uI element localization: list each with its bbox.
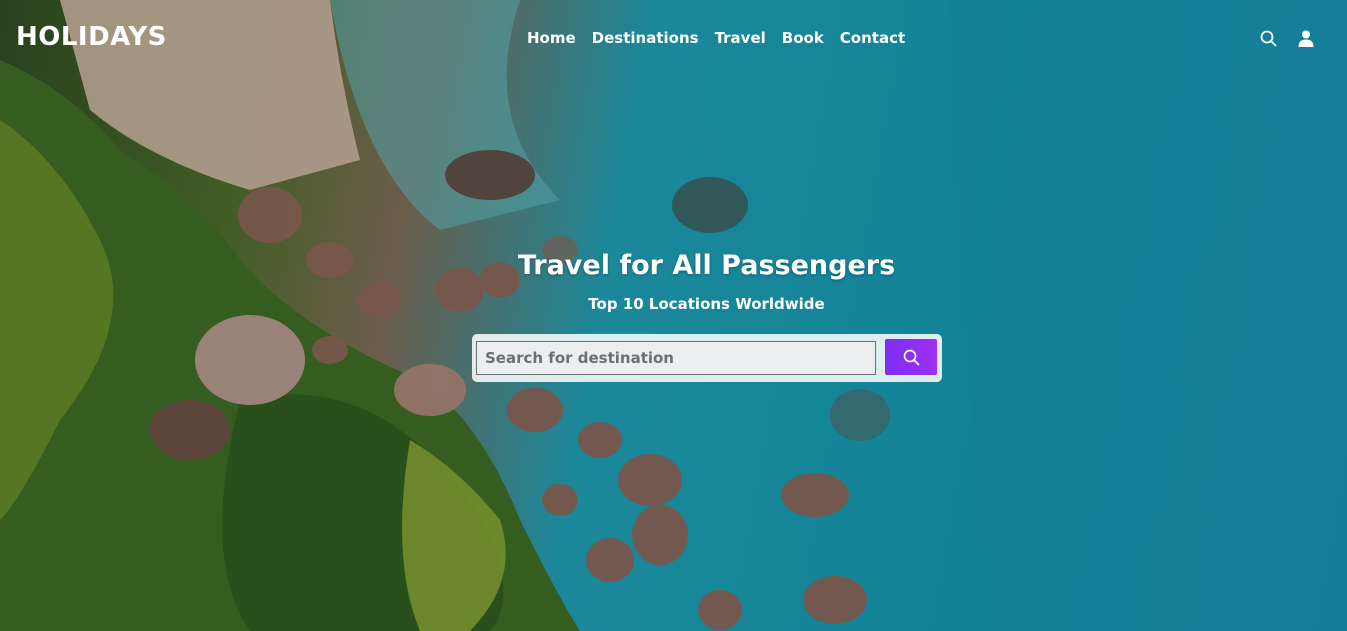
nav-link-contact[interactable]: Contact <box>840 29 905 47</box>
search-icon <box>903 349 919 365</box>
hero-overlay <box>0 0 1347 631</box>
nav-link-destinations[interactable]: Destinations <box>592 29 699 47</box>
search-icon[interactable] <box>1259 29 1277 47</box>
search-button[interactable] <box>885 339 937 375</box>
nav-link-book[interactable]: Book <box>782 29 824 47</box>
navbar: HOLIDAYS Home Destinations Travel Book C… <box>0 0 1347 78</box>
search-box <box>472 334 942 382</box>
hero-background <box>0 0 1347 631</box>
hero-content: Travel for All Passengers Top 10 Locatio… <box>0 250 1347 313</box>
nav-icons <box>1259 29 1315 47</box>
nav-link-home[interactable]: Home <box>527 29 576 47</box>
hero-title: Travel for All Passengers <box>517 250 896 281</box>
logo[interactable]: HOLIDAYS <box>16 22 167 52</box>
nav-links: Home Destinations Travel Book Contact <box>527 29 905 47</box>
hero-subtitle: Top 10 Locations Worldwide <box>588 295 825 313</box>
user-icon[interactable] <box>1297 29 1315 47</box>
search-input[interactable] <box>476 341 876 375</box>
nav-link-travel[interactable]: Travel <box>715 29 766 47</box>
